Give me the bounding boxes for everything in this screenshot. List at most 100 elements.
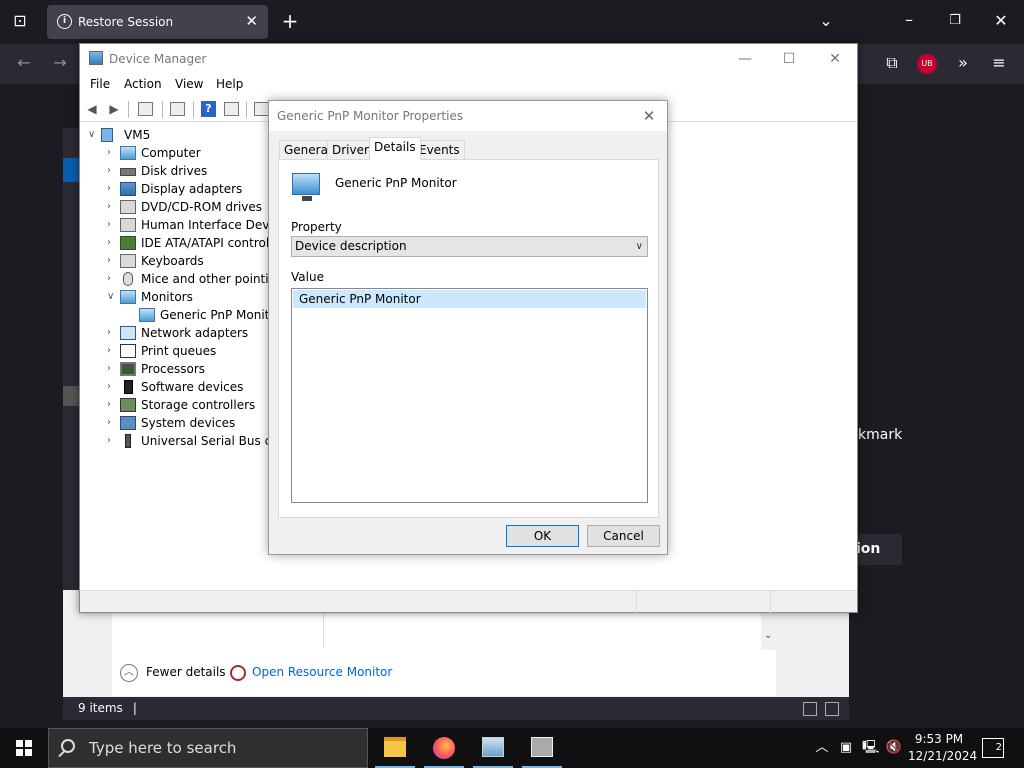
tree-item-label: Network adapters: [141, 326, 249, 340]
expand-icon[interactable]: ›: [107, 342, 117, 360]
dialog-titlebar[interactable]: Generic PnP Monitor Properties ✕: [269, 101, 667, 131]
task-manager-status-bar: 9 items |: [63, 697, 849, 720]
details-view-icon[interactable]: [803, 702, 817, 716]
expand-icon[interactable]: ›: [107, 432, 117, 450]
text-caret: |: [132, 701, 137, 715]
network-adapter-icon: [120, 326, 136, 340]
expand-icon[interactable]: ›: [107, 180, 117, 198]
taskbar-search-box[interactable]: Type here to search: [48, 728, 368, 768]
minimize-icon[interactable]: –: [898, 10, 920, 32]
menu-view[interactable]: View: [175, 77, 203, 91]
monitor-icon: [120, 290, 136, 304]
taskbar-file-explorer[interactable]: [371, 728, 419, 768]
browser-tab-bar: ⊡ i Restore Session ✕ + ⌄ – ❐ ✕: [0, 0, 1024, 44]
scroll-down-icon[interactable]: ⌄: [764, 630, 772, 641]
volume-muted-icon[interactable]: 🔇: [885, 740, 903, 756]
monitor-icon: [292, 173, 320, 201]
expand-icon[interactable]: ›: [107, 198, 117, 216]
notification-center-icon[interactable]: 2: [982, 738, 1004, 758]
large-icons-view-icon[interactable]: [825, 702, 839, 716]
system-clock[interactable]: 9:53 PM 12/21/2024: [908, 731, 978, 765]
menu-help[interactable]: Help: [216, 77, 243, 91]
overflow-icon[interactable]: »: [952, 53, 974, 75]
ublock-icon[interactable]: UB: [917, 54, 937, 74]
extensions-icon[interactable]: ⧉: [881, 53, 903, 75]
cancel-button[interactable]: Cancel: [587, 525, 660, 547]
open-resource-monitor-link[interactable]: Open Resource Monitor: [230, 662, 392, 682]
view-toggle: [795, 701, 839, 724]
expand-icon[interactable]: ›: [107, 324, 117, 342]
expand-icon[interactable]: ›: [107, 396, 117, 414]
new-tab-icon[interactable]: +: [279, 11, 301, 33]
tree-item-label: Computer: [141, 146, 201, 160]
forward-arrow-icon[interactable]: ▶: [106, 101, 122, 117]
security-icon[interactable]: ▣: [838, 740, 854, 756]
menu-action[interactable]: Action: [124, 77, 162, 91]
taskbar-firefox[interactable]: [420, 728, 468, 768]
toolbar-separator: [246, 101, 247, 118]
tab-list-icon[interactable]: ⊡: [9, 11, 31, 33]
menu-file[interactable]: File: [90, 77, 110, 91]
menu-icon[interactable]: ≡: [988, 53, 1010, 75]
resource-monitor-icon: [230, 664, 246, 681]
expand-icon[interactable]: ›: [107, 270, 117, 288]
expand-icon[interactable]: ›: [107, 144, 117, 162]
close-window-icon[interactable]: ✕: [990, 11, 1012, 33]
forward-icon[interactable]: →: [49, 53, 71, 75]
expand-icon[interactable]: ›: [107, 378, 117, 396]
value-list[interactable]: Generic PnP Monitor: [291, 288, 648, 503]
task-manager-left-strip: [63, 128, 80, 590]
properties-icon[interactable]: [138, 102, 153, 116]
collapse-icon[interactable]: ∨: [88, 126, 98, 144]
help-icon[interactable]: ?: [201, 101, 216, 117]
close-icon[interactable]: ✕: [637, 105, 661, 127]
clock-date: 12/21/2024: [908, 749, 978, 763]
back-icon[interactable]: ←: [13, 53, 35, 75]
update-driver-icon[interactable]: [170, 102, 185, 116]
close-tab-icon[interactable]: ✕: [245, 12, 258, 30]
computer-icon: [101, 128, 113, 142]
tree-item-label: Display adapters: [141, 182, 243, 196]
restore-icon[interactable]: ❐: [944, 11, 966, 33]
scan-hardware-icon[interactable]: [254, 102, 269, 116]
collapse-icon[interactable]: ∨: [107, 288, 117, 306]
expand-icon[interactable]: ›: [107, 252, 117, 270]
expand-icon[interactable]: ›: [107, 360, 117, 378]
expand-icon[interactable]: ›: [107, 414, 117, 432]
tree-item-label: Software devices: [141, 380, 244, 394]
taskbar-device-manager[interactable]: [469, 728, 517, 768]
maximize-icon[interactable]: ☐: [769, 48, 809, 70]
close-icon[interactable]: ✕: [815, 48, 855, 70]
list-item[interactable]: Generic PnP Monitor: [293, 290, 646, 308]
device-tree: ∨ VM5 › Computer › Disk drives › Display ad…: [80, 124, 270, 586]
expand-icon[interactable]: ›: [107, 162, 117, 180]
minimize-icon[interactable]: —: [725, 48, 765, 70]
fewer-details-button[interactable]: ︿ Fewer details: [120, 662, 226, 682]
chevron-up-icon[interactable]: ︿: [814, 740, 830, 756]
back-arrow-icon[interactable]: ◀: [84, 101, 100, 117]
tab-driver[interactable]: Driver: [327, 140, 374, 159]
device-manager-status-bar: [80, 590, 857, 613]
property-dropdown[interactable]: Device description ∨: [291, 236, 648, 257]
storage-controller-icon: [120, 398, 136, 412]
start-button[interactable]: [0, 728, 48, 768]
tree-item-label: Mice and other pointing devices: [141, 272, 270, 286]
disk-drive-icon: [120, 168, 136, 176]
status-divider: [770, 591, 771, 613]
device-manager-menubar: File Action View Help: [80, 74, 857, 96]
network-icon[interactable]: 🖳: [862, 740, 879, 756]
tree-item-label: Disk drives: [141, 164, 208, 178]
chevron-down-icon[interactable]: ⌄: [815, 11, 837, 33]
tree-item-label: IDE ATA/ATAPI controllers: [141, 236, 270, 250]
tab-events[interactable]: Events: [414, 140, 465, 159]
expand-icon[interactable]: ›: [107, 216, 117, 234]
tab-details[interactable]: Details: [369, 137, 421, 160]
ok-button[interactable]: OK: [506, 525, 579, 547]
device-manager-titlebar[interactable]: Device Manager — ☐ ✕: [80, 44, 857, 74]
browser-tab-restore-session[interactable]: i Restore Session ✕: [47, 5, 268, 39]
expand-icon[interactable]: ›: [107, 234, 117, 252]
view-icon[interactable]: [224, 102, 239, 116]
computer-icon: [120, 146, 136, 160]
hid-icon: [120, 218, 136, 232]
taskbar-task-manager[interactable]: [518, 728, 566, 768]
